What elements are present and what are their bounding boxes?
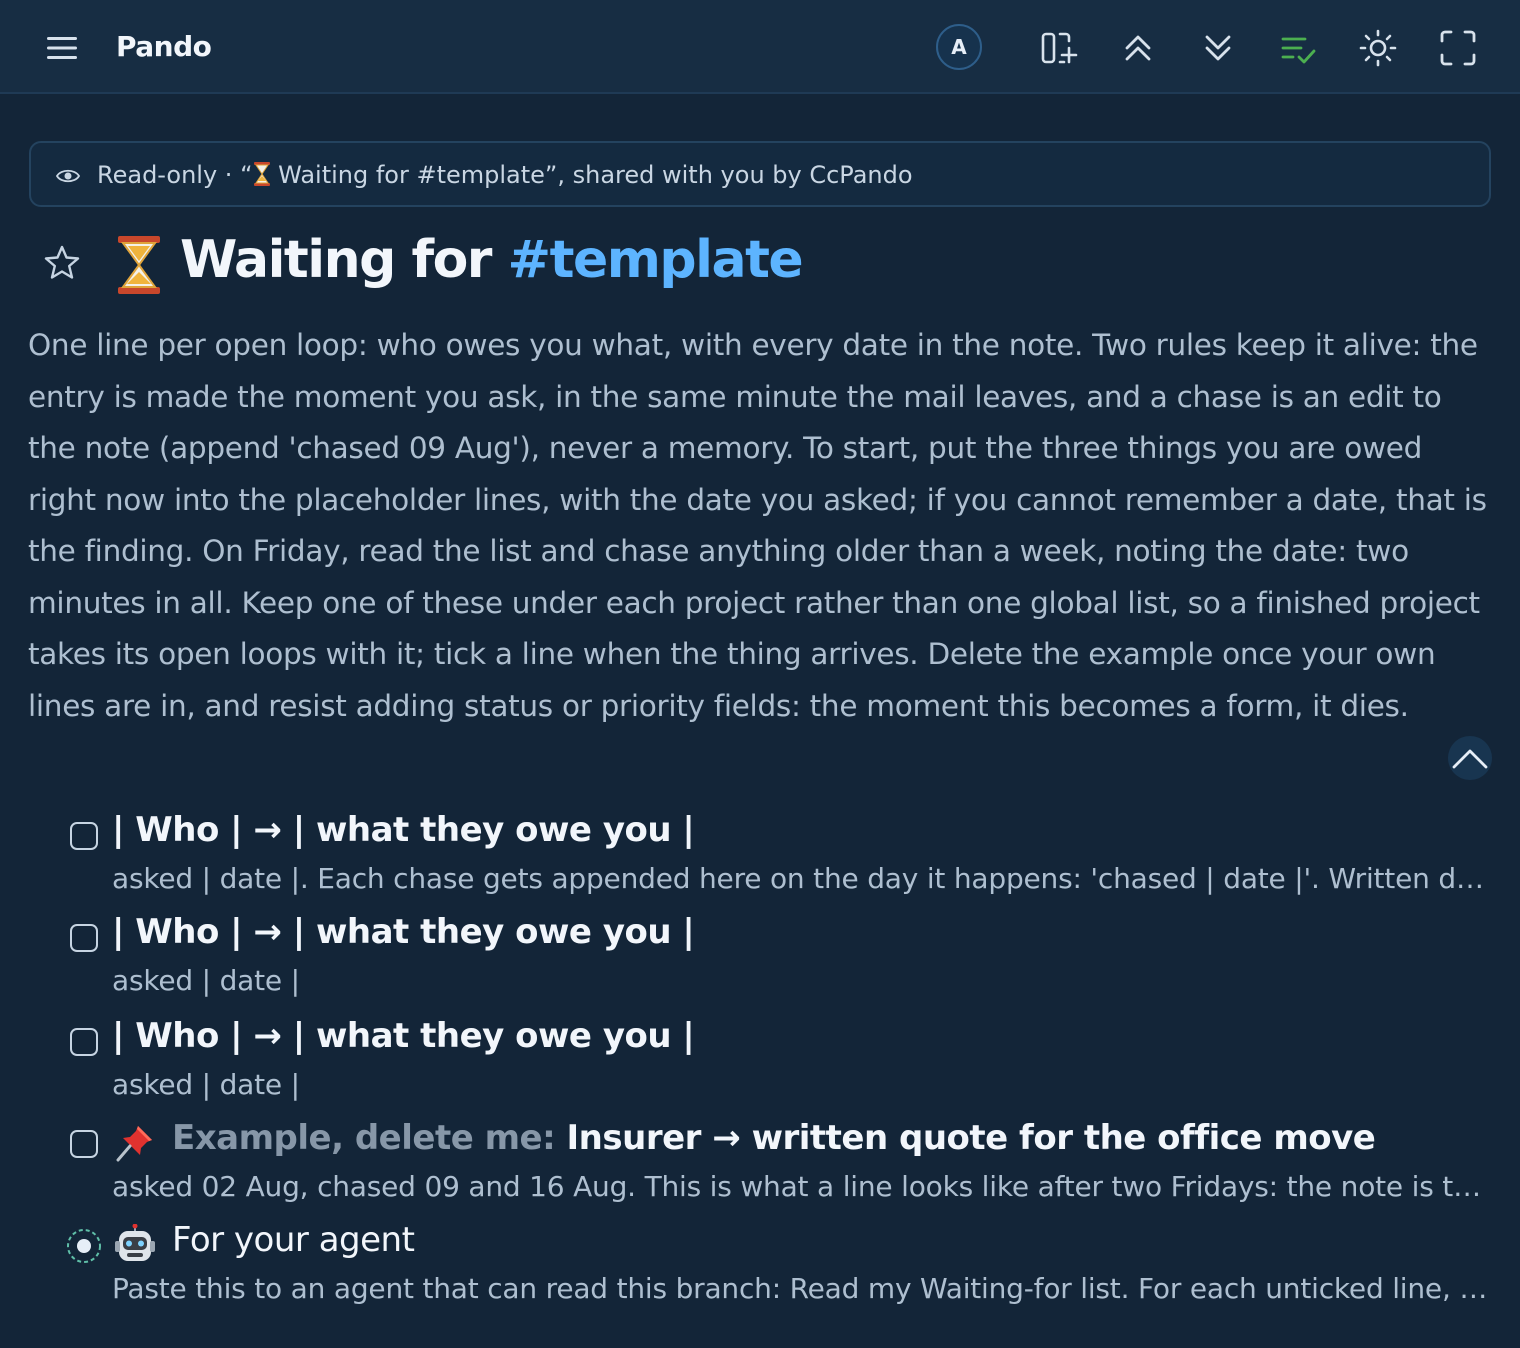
avatar[interactable]: A [936,24,982,70]
agent-radio[interactable] [66,1228,102,1264]
banner-text-suffix: Waiting for #template”, shared with you … [270,161,913,189]
fullscreen-icon[interactable] [1438,28,1478,68]
top-bar: Pando A [0,0,1520,94]
item-subtitle: asked | date | [112,1068,300,1101]
item-checkbox[interactable] [70,1130,98,1158]
item-title[interactable]: Example, delete me: Insurer → written qu… [172,1118,1376,1158]
item-title[interactable]: | Who | → | what they owe you | [112,912,695,952]
star-icon[interactable] [42,243,82,283]
collapse-all-icon[interactable] [1118,28,1158,68]
item-checkbox[interactable] [70,1028,98,1056]
eye-icon [55,163,81,189]
checklist-icon[interactable] [1278,28,1318,68]
hourglass-icon [253,161,271,187]
item-checkbox[interactable] [70,924,98,952]
example-title: Insurer → written quote for the office m… [566,1118,1376,1158]
item-subtitle: asked | date |. Each chase gets appended… [112,862,1488,895]
item-title[interactable]: | Who | → | what they owe you | [112,810,695,850]
note-description: One line per open loop: who owes you wha… [28,328,1487,723]
page-title-text: Waiting for [180,230,508,290]
menu-icon[interactable] [44,30,80,66]
item-subtitle: Paste this to an agent that can read thi… [112,1272,1488,1305]
collapse-description-button[interactable] [1448,736,1492,780]
theme-icon[interactable] [1358,28,1398,68]
app-title: Pando [116,30,212,63]
expand-all-icon[interactable] [1198,28,1238,68]
robot-icon [114,1223,156,1266]
example-prefix: Example, delete me: [172,1118,567,1158]
item-subtitle: asked | date | [112,964,300,997]
item-title[interactable]: For your agent [172,1220,415,1260]
chevron-up-icon [1452,749,1488,769]
add-panel-icon[interactable] [1038,28,1078,68]
item-checkbox[interactable] [70,822,98,850]
template-tag-link[interactable]: #template [508,230,804,290]
pushpin-icon [114,1122,156,1164]
page-title: Waiting for #template [180,230,804,290]
banner-text-prefix: Read-only · “ [97,161,253,189]
item-subtitle: asked 02 Aug, chased 09 and 16 Aug. This… [112,1170,1488,1203]
banner-text: Read-only · “ Waiting for #template”, sh… [97,161,913,189]
read-only-banner: Read-only · “ Waiting for #template”, sh… [29,141,1491,207]
item-title[interactable]: | Who | → | what they owe you | [112,1016,695,1056]
hourglass-icon [116,234,162,296]
